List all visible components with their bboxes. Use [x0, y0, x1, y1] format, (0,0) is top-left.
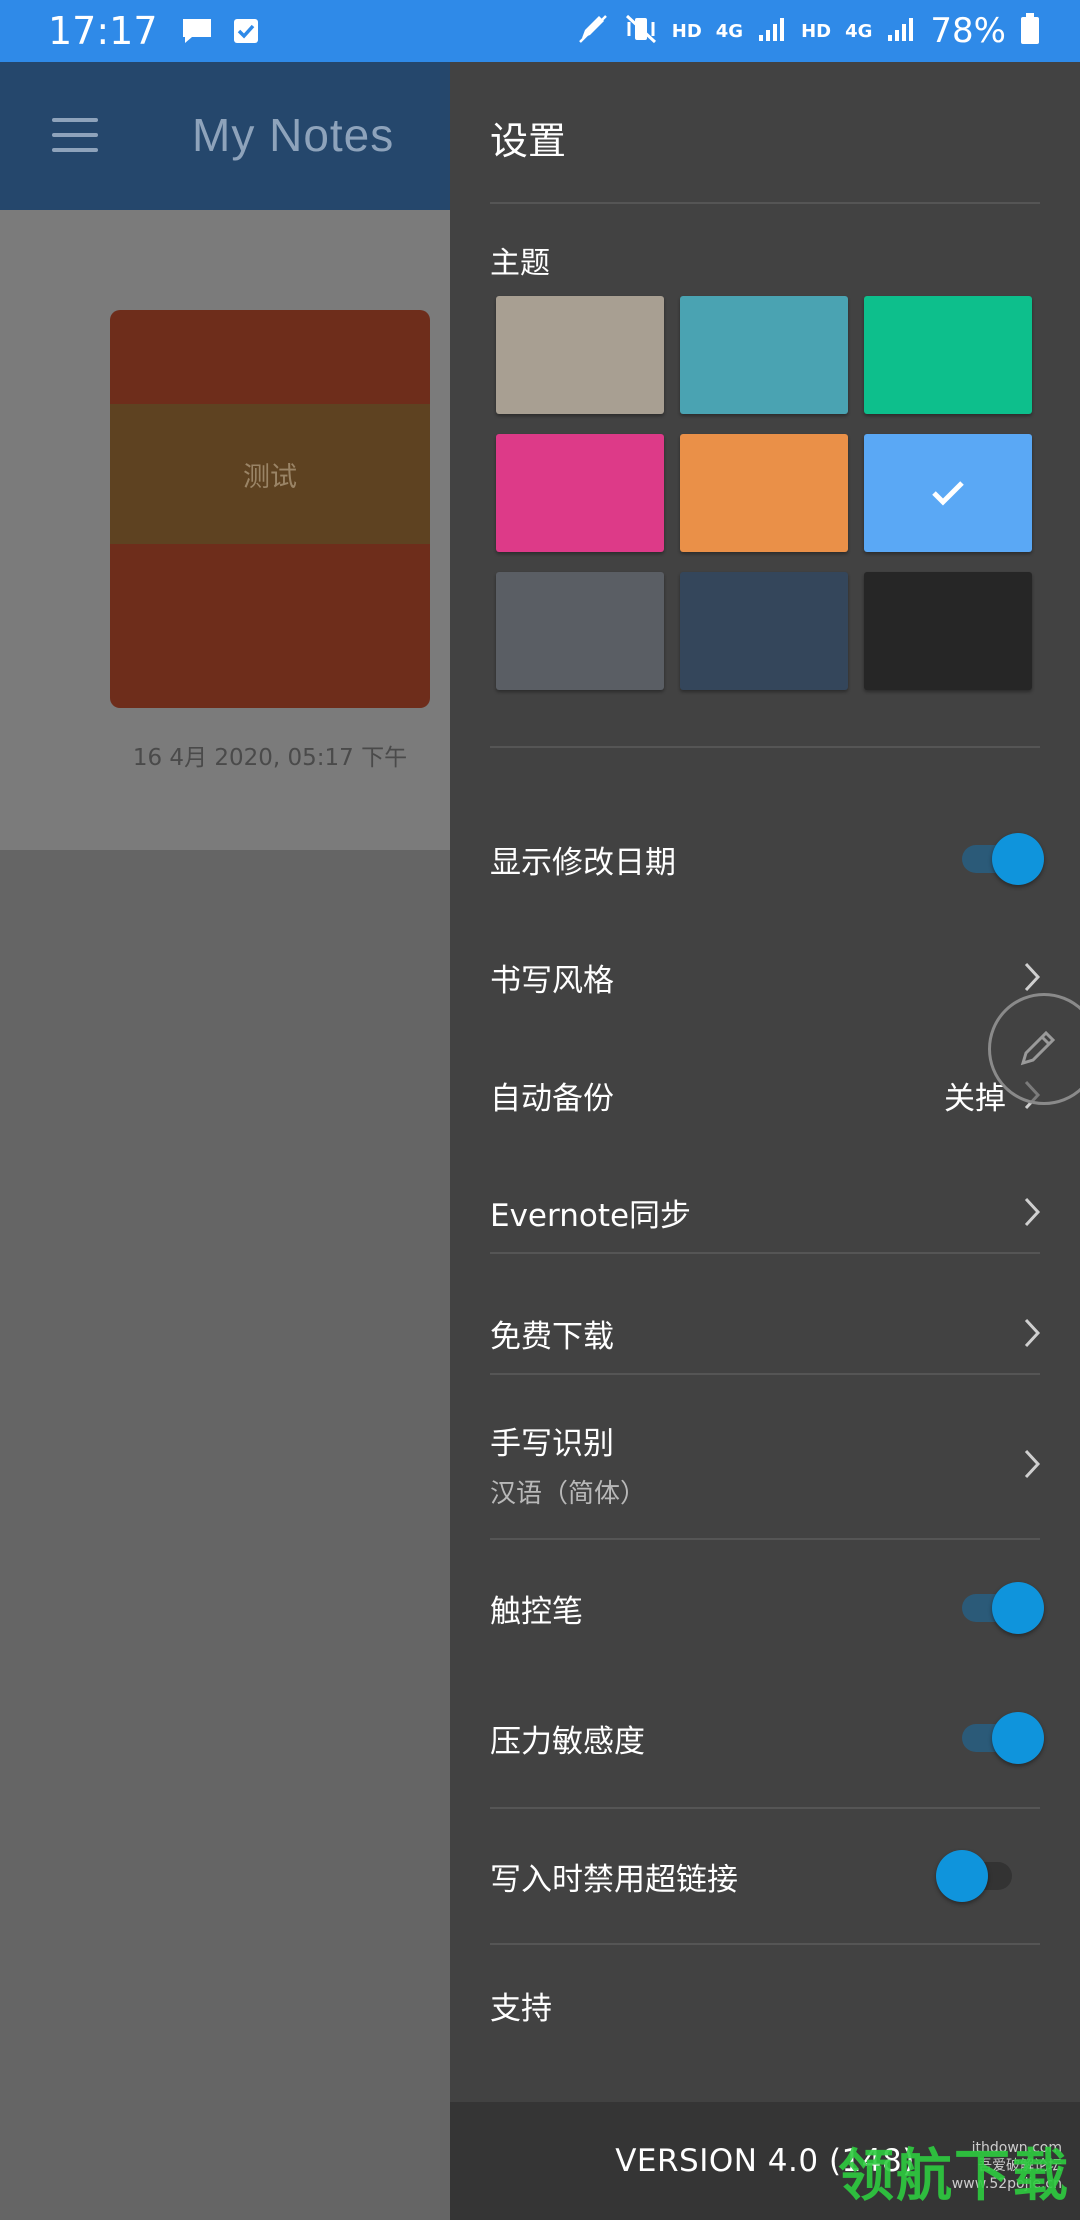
- note-date: 16 4月 2020, 05:17 下午: [132, 745, 408, 771]
- pressure-sensitivity-row[interactable]: 压力敏感度: [490, 1703, 1050, 1773]
- note-card[interactable]: 测试: [110, 310, 430, 708]
- divider: [490, 1538, 1040, 1540]
- handwriting-recognition-row[interactable]: 手写识别 汉语（简体）: [490, 1414, 1050, 1514]
- divider: [490, 202, 1040, 204]
- hd-label-1: HD: [671, 20, 702, 42]
- theme-swatch-grid: [496, 296, 1032, 690]
- signal-icon-1: [757, 15, 787, 47]
- auto-backup-label: 自动备份: [490, 1080, 614, 1117]
- vibrate-mute-icon: [624, 14, 658, 48]
- theme-swatch-navy[interactable]: [680, 572, 848, 690]
- free-download-row[interactable]: 免费下载: [490, 1298, 1050, 1368]
- chevron-right-icon: [1024, 1197, 1041, 1227]
- status-bar: 17:17 HD 4G HD 4G 78%: [0, 0, 1080, 62]
- pressure-sensitivity-label: 压力敏感度: [490, 1723, 645, 1760]
- evernote-sync-row[interactable]: Evernote同步: [490, 1177, 1050, 1247]
- support-row[interactable]: 支持: [490, 1970, 1050, 2040]
- pen-icon: [578, 14, 610, 48]
- pressure-sensitivity-toggle[interactable]: [956, 1712, 1044, 1764]
- chevron-right-icon: [1024, 962, 1041, 992]
- theme-swatch-black[interactable]: [864, 572, 1032, 690]
- theme-swatch-green[interactable]: [864, 296, 1032, 414]
- watermark-logo-text: 领航下载: [838, 2144, 1070, 2209]
- note-card-band: 测试: [110, 404, 430, 544]
- settings-drawer: 设置 主题 显示修改日期 书写风格 自动备份 关掉 Evernote同步 免费下…: [450, 62, 1080, 2220]
- show-modified-date-label: 显示修改日期: [490, 844, 676, 881]
- signal-icon-2: [886, 15, 916, 47]
- divider: [490, 1252, 1040, 1254]
- chevron-right-icon: [1024, 1449, 1041, 1479]
- hd-label-2: HD: [801, 20, 832, 42]
- divider: [490, 1373, 1040, 1375]
- divider: [490, 746, 1040, 748]
- checkmark-icon: [932, 481, 964, 506]
- note-title: 测试: [243, 461, 297, 493]
- theme-swatch-teal[interactable]: [680, 296, 848, 414]
- theme-swatch-pink[interactable]: [496, 434, 664, 552]
- pencil-icon: [1020, 1030, 1056, 1066]
- divider: [490, 1943, 1040, 1945]
- theme-label: 主题: [490, 246, 550, 281]
- status-time: 17:17: [48, 9, 158, 53]
- show-modified-date-row[interactable]: 显示修改日期: [490, 824, 1050, 894]
- chevron-right-icon: [1024, 1318, 1041, 1348]
- hamburger-menu-icon[interactable]: [52, 118, 98, 152]
- divider: [490, 1807, 1040, 1809]
- task-check-icon: [232, 17, 260, 45]
- network-label-1: 4G: [715, 20, 744, 42]
- stylus-toggle[interactable]: [956, 1582, 1044, 1634]
- theme-swatch-orange[interactable]: [680, 434, 848, 552]
- disable-hyperlinks-toggle[interactable]: [936, 1850, 1024, 1902]
- theme-swatch-blue[interactable]: [864, 434, 1032, 552]
- disable-hyperlinks-row[interactable]: 写入时禁用超链接: [490, 1841, 1050, 1911]
- stylus-label: 触控笔: [490, 1593, 583, 1630]
- settings-title: 设置: [490, 119, 567, 163]
- show-modified-date-toggle[interactable]: [956, 833, 1044, 885]
- app-title: My Notes: [192, 109, 395, 161]
- theme-swatch-grey[interactable]: [496, 572, 664, 690]
- writing-style-label: 书写风格: [490, 962, 614, 999]
- writing-style-row[interactable]: 书写风格: [490, 942, 1050, 1012]
- watermark: ithdown.com 吾爱破解论坛 www.52pojie.cn 领航下载: [838, 2131, 1070, 2212]
- network-label-2: 4G: [845, 20, 873, 42]
- evernote-sync-label: Evernote同步: [490, 1197, 692, 1234]
- free-download-label: 免费下载: [490, 1318, 614, 1355]
- stylus-row[interactable]: 触控笔: [490, 1573, 1050, 1643]
- theme-swatch-beige[interactable]: [496, 296, 664, 414]
- disable-hyperlinks-label: 写入时禁用超链接: [490, 1861, 738, 1898]
- battery-percent: 78%: [930, 11, 1006, 51]
- handwriting-recognition-label: 手写识别: [490, 1426, 614, 1462]
- handwriting-recognition-value: 汉语（简体）: [490, 1479, 647, 1509]
- message-icon: [180, 16, 214, 46]
- support-label: 支持: [490, 1990, 552, 2027]
- auto-backup-row[interactable]: 自动备份 关掉: [490, 1060, 1050, 1130]
- battery-icon: [1020, 13, 1040, 49]
